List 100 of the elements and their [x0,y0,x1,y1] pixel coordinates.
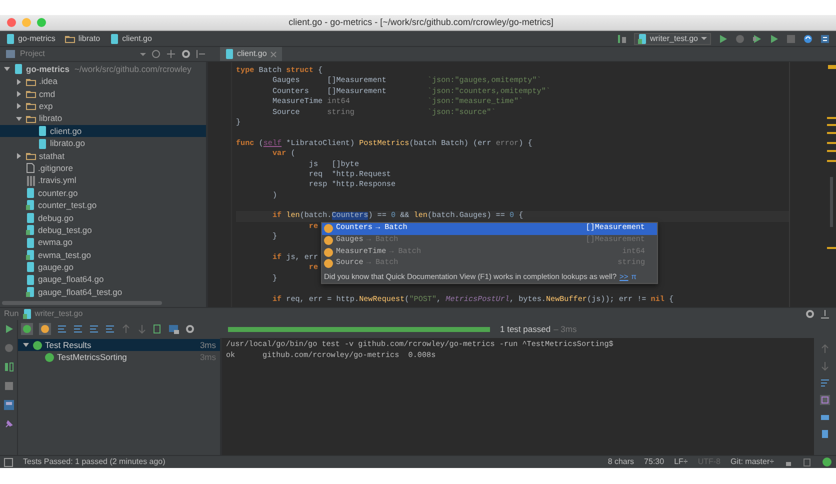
sort-duration-icon[interactable] [73,324,83,334]
folder-icon [26,101,36,112]
status-item[interactable]: 75:30 [644,456,664,468]
file-icon [26,188,35,198]
status-item[interactable]: 8 chars [608,456,634,468]
file-icon [38,138,47,149]
tree-item[interactable]: exp [0,100,206,113]
down-arrow-icon[interactable] [137,324,147,334]
collapsed-arrow-icon[interactable] [16,152,22,159]
structure-icon[interactable] [820,34,830,44]
tree-item[interactable]: stathat [0,150,206,162]
rerun-icon[interactable] [4,324,14,334]
tree-item[interactable]: go-metrics ~/work/src/github.com/rcrowley [0,63,206,76]
layout-icon[interactable] [4,400,14,410]
pin-icon[interactable] [4,419,14,429]
hide-icon[interactable] [196,49,206,59]
editor-tab[interactable]: client.go [220,47,282,61]
run-icon[interactable] [718,34,728,44]
collapse-all-icon[interactable] [105,324,115,334]
expanded-arrow-icon[interactable] [23,342,29,348]
collapse-icon[interactable] [166,49,176,59]
toggle-icon[interactable] [4,362,14,372]
expanded-arrow-icon[interactable] [4,66,10,72]
down-arrow-icon[interactable] [820,361,830,371]
tree-item[interactable]: client.go [0,124,206,138]
tree-item[interactable]: debug_test.go [0,224,206,236]
file-icon [26,238,35,248]
close-button[interactable] [7,18,16,27]
profile-icon[interactable] [769,34,779,44]
run-tab[interactable]: writer_test.go [22,308,83,320]
history-icon[interactable] [169,324,179,334]
caret-icon[interactable] [140,52,146,56]
event-log-icon[interactable] [822,457,832,467]
tree-item[interactable]: .gitignore [0,162,206,175]
show-passed-icon[interactable] [21,323,33,335]
panel-toggle-icon[interactable] [4,458,13,466]
folder-icon [26,76,36,87]
tree-item[interactable]: ewma.go [0,236,206,249]
clear-icon[interactable] [820,429,830,439]
wrap-icon[interactable] [820,378,830,388]
project-icon [6,49,16,59]
coverage-icon[interactable] [752,34,762,44]
panel-title: Run [4,308,19,320]
collapsed-arrow-icon[interactable] [16,78,22,85]
settings-icon[interactable] [185,324,195,334]
file-icon [26,212,35,223]
tree-item[interactable]: counter.go [0,186,206,200]
tree-item[interactable]: gauge.go [0,261,206,274]
rerun-failed-icon[interactable] [4,343,14,353]
test-summary: 1 test passed [500,322,551,336]
up-arrow-icon[interactable] [820,344,830,354]
caret-icon [701,36,707,41]
tree-item[interactable]: counter_test.go [0,199,206,212]
status-item[interactable]: Git: master÷ [730,456,774,468]
tree-item[interactable]: gauge_float64.go [0,274,206,286]
sync-icon[interactable] [803,34,813,44]
sort-alpha-icon[interactable] [57,324,67,334]
test-file-icon [26,225,35,236]
debug-icon[interactable] [735,34,745,44]
tree-item[interactable]: debug.go [0,212,206,224]
file-icon [26,163,35,174]
settings-icon[interactable] [805,309,815,319]
test-tree-item[interactable]: Test Results 3ms [18,339,220,351]
tree-item[interactable]: ewma_test.go [0,248,206,262]
show-ignored-icon[interactable] [39,323,51,335]
breadcrumb[interactable]: go-metrics [6,32,56,44]
folder-icon [26,88,36,99]
export-icon[interactable] [153,324,163,334]
stop-icon[interactable] [786,34,796,44]
print-icon[interactable] [820,412,830,422]
test-file-icon [26,287,35,298]
folder-icon [65,34,76,44]
tree-item[interactable]: librato.go [0,137,206,150]
settings-icon[interactable] [181,49,191,59]
stop-icon[interactable] [4,381,14,391]
panel-title[interactable]: Project [20,48,45,60]
tree-item[interactable]: gauge_float64_test.go [0,286,206,298]
inspector-icon[interactable] [803,458,812,466]
file-icon [110,34,120,44]
test-file-icon [22,309,32,319]
tree-item[interactable]: cmd [0,88,206,100]
file-icon [225,49,234,59]
file-icon [38,126,47,136]
expanded-arrow-icon[interactable] [16,116,22,122]
breadcrumb[interactable]: client.go [110,32,152,44]
collapsed-arrow-icon[interactable] [16,90,22,97]
folder-icon [26,114,36,124]
scroll-end-icon[interactable] [820,395,830,405]
tree-item[interactable]: .idea [0,75,206,88]
run-config-dropdown[interactable]: writer_test.go [634,32,711,44]
close-icon[interactable] [270,50,277,58]
build-icon[interactable] [616,34,627,44]
breadcrumb[interactable]: librato [65,32,100,44]
expand-all-icon[interactable] [89,324,99,334]
hide-icon[interactable] [820,309,830,319]
tree-item[interactable]: .travis.yml [0,174,206,187]
tree-item[interactable]: librato [0,112,206,125]
up-arrow-icon[interactable] [121,324,131,334]
collapsed-arrow-icon[interactable] [16,103,22,110]
status-item[interactable]: LF÷ [674,456,688,468]
